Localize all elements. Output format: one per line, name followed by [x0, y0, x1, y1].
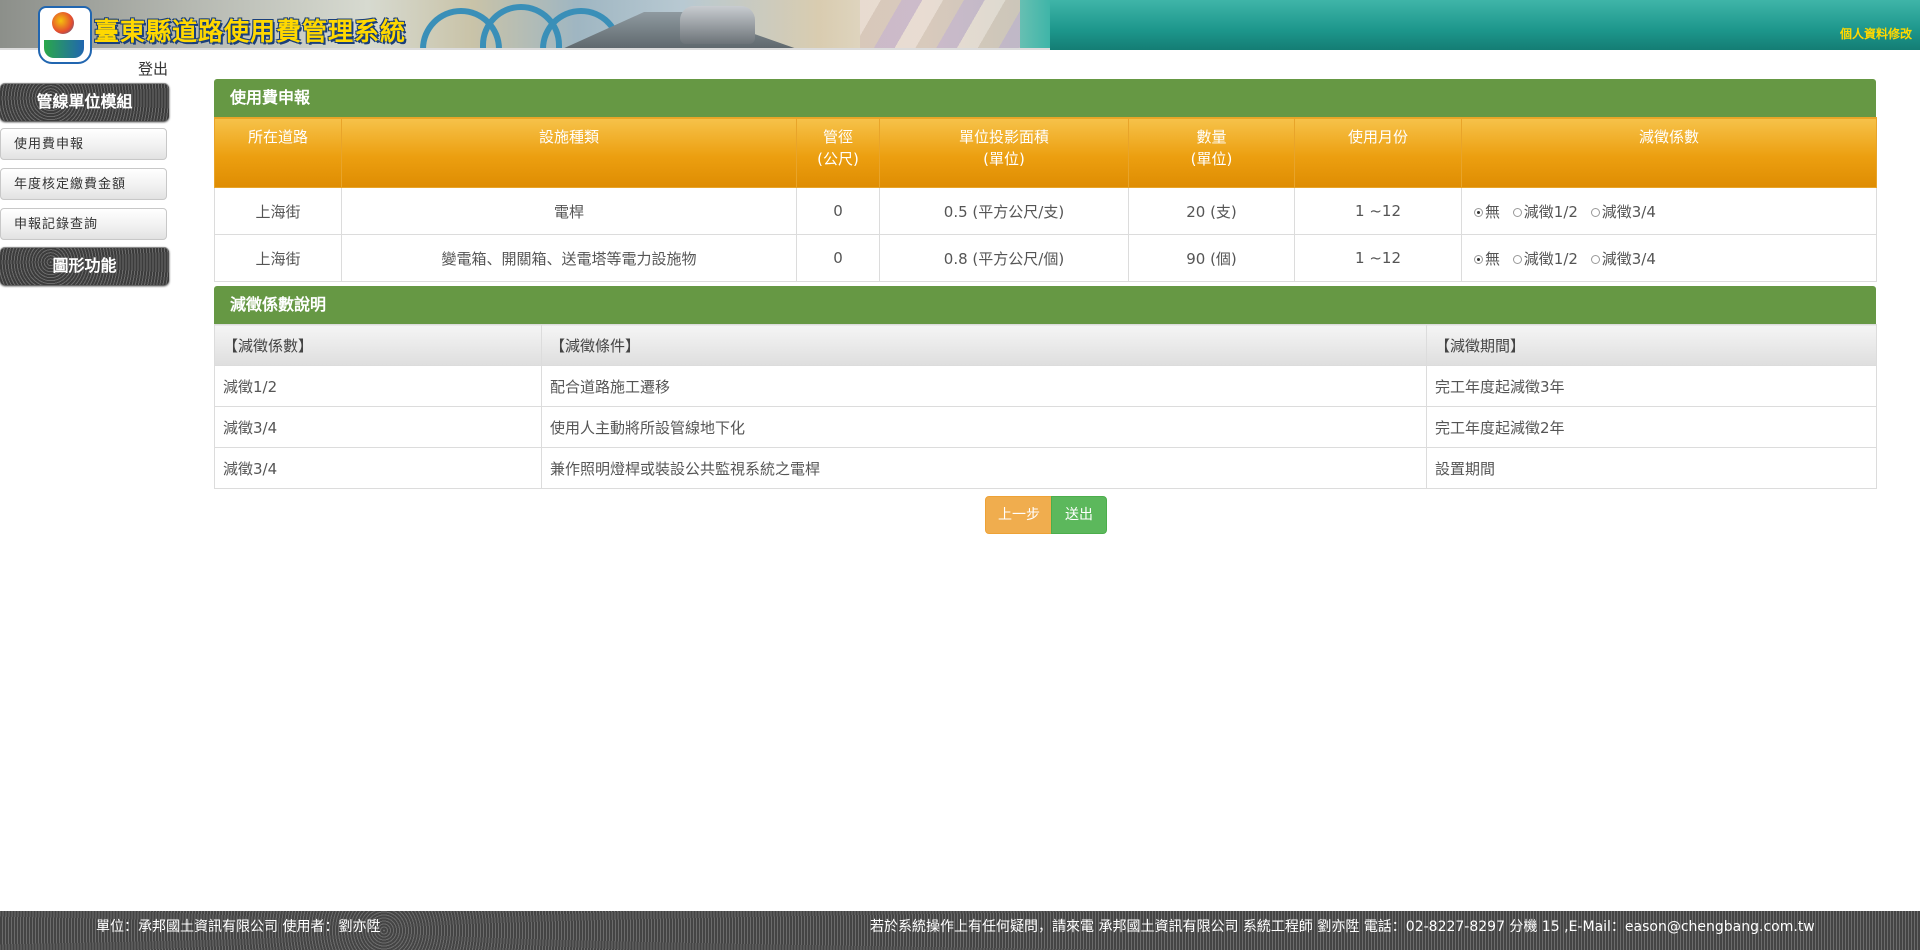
diameter-cell: 0: [796, 187, 880, 235]
area-cell: 0.8 (平方公尺/個): [879, 234, 1129, 282]
fee-table: 所在道路 設施種類 管徑 (公尺) 單位投影面積 (單位) 數量 (單位) 使用月份 …: [214, 117, 1877, 282]
reduction-factor-cell: 減徵3/4: [214, 447, 542, 489]
radio-icon[interactable]: [1512, 254, 1522, 264]
reduction-option-half[interactable]: 減徵1/2: [1512, 203, 1578, 221]
county-logo-icon: [38, 6, 92, 64]
fee-table-header: 所在道路 設施種類 管徑 (公尺) 單位投影面積 (單位) 數量 (單位) 使用月份 …: [214, 117, 1877, 188]
reduction-factor-cell: 減徵3/4: [214, 406, 542, 448]
radio-icon[interactable]: [1590, 207, 1600, 217]
reduction-panel-title: 減徵係數說明: [214, 286, 1876, 324]
reduction-option-half[interactable]: 減徵1/2: [1512, 250, 1578, 268]
system-title: 臺東縣道路使用費管理系統: [94, 17, 407, 46]
fee-panel-title: 使用費申報: [214, 79, 1876, 117]
reduction-table-header: 【減徵係數】 【減徵條件】 【減徵期間】: [214, 324, 1877, 366]
column-header: 【減徵條件】: [541, 324, 1427, 366]
area-cell: 0.5 (平方公尺/支): [879, 187, 1129, 235]
table-row: 減徵3/4 使用人主動將所設管線地下化 完工年度起減徵2年: [214, 406, 1877, 448]
column-header: 所在道路: [214, 117, 342, 188]
table-row: 減徵3/4 兼作照明燈桿或裝設公共監視系統之電桿 設置期間: [214, 447, 1877, 489]
radio-icon[interactable]: [1512, 207, 1522, 217]
app-header: 臺東縣道路使用費管理系統 個人資料修改: [0, 0, 1920, 50]
road-cell: 上海街: [214, 234, 342, 282]
reduction-option-three-quarter[interactable]: 減徵3/4: [1590, 250, 1656, 268]
reduction-option-three-quarter[interactable]: 減徵3/4: [1590, 203, 1656, 221]
quantity-cell: 20 (支): [1128, 187, 1295, 235]
reduction-period-cell: 完工年度起減徵2年: [1426, 406, 1877, 448]
radio-selected-icon[interactable]: [1474, 254, 1483, 264]
quantity-cell: 90 (個): [1128, 234, 1295, 282]
column-header: 減徵係數: [1461, 117, 1877, 188]
column-header: 使用月份: [1294, 117, 1462, 188]
car-image: [680, 6, 755, 44]
road-cell: 上海街: [214, 187, 342, 235]
sidebar-item-annual-fee[interactable]: 年度核定繳費金額: [0, 168, 167, 200]
diameter-cell: 0: [796, 234, 880, 282]
radio-icon[interactable]: [1590, 254, 1600, 264]
banknotes-image: [860, 0, 1020, 50]
reduction-option-none[interactable]: 無: [1474, 203, 1500, 221]
reduction-period-cell: 完工年度起減徵3年: [1426, 365, 1877, 407]
reduction-option-none[interactable]: 無: [1474, 250, 1500, 268]
previous-step-button[interactable]: 上一步: [985, 496, 1053, 534]
sidebar-module-title[interactable]: 管線單位模組: [0, 83, 169, 121]
logout-link[interactable]: 登出: [138, 58, 168, 79]
table-row: 上海街 電桿 0 0.5 (平方公尺/支) 20 (支) 1 ~12 無 減徵1…: [214, 187, 1877, 235]
page-footer: 單位：承邦國土資訊有限公司 使用者：劉亦陞 若於系統操作上有任何疑問，請來電 承…: [0, 911, 1920, 950]
radio-selected-icon[interactable]: [1474, 207, 1483, 217]
reduction-condition-cell: 使用人主動將所設管線地下化: [541, 406, 1427, 448]
sidebar-item-record-query[interactable]: 申報記錄查詢: [0, 208, 167, 240]
reduction-condition-cell: 配合道路施工遷移: [541, 365, 1427, 407]
facility-cell: 變電箱、開關箱、送電塔等電力設施物: [341, 234, 797, 282]
reduction-table: 【減徵係數】 【減徵條件】 【減徵期間】 減徵1/2 配合道路施工遷移 完工年度…: [214, 324, 1877, 489]
sidebar-item-fee-declaration[interactable]: 使用費申報: [0, 128, 167, 160]
sidebar-graphics-function[interactable]: 圖形功能: [0, 247, 169, 285]
reduction-condition-cell: 兼作照明燈桿或裝設公共監視系統之電桿: [541, 447, 1427, 489]
footer-user-info: 單位：承邦國土資訊有限公司 使用者：劉亦陞: [96, 919, 381, 935]
column-header: 數量 (單位): [1128, 117, 1295, 188]
column-header: 管徑 (公尺): [796, 117, 880, 188]
column-header: 【減徵係數】: [214, 324, 542, 366]
facility-cell: 電桿: [341, 187, 797, 235]
reduction-radio-group: 無 減徵1/2 減徵3/4: [1461, 187, 1877, 235]
profile-edit-link[interactable]: 個人資料修改: [1840, 25, 1912, 42]
footer-contact-info: 若於系統操作上有任何疑問，請來電 承邦國土資訊有限公司 系統工程師 劉亦陞 電話…: [870, 919, 1815, 935]
header-divider: [0, 48, 1050, 50]
months-cell: 1 ~12: [1294, 234, 1462, 282]
reduction-factor-cell: 減徵1/2: [214, 365, 542, 407]
months-cell: 1 ~12: [1294, 187, 1462, 235]
reduction-radio-group: 無 減徵1/2 減徵3/4: [1461, 234, 1877, 282]
table-row: 上海街 變電箱、開關箱、送電塔等電力設施物 0 0.8 (平方公尺/個) 90 …: [214, 234, 1877, 282]
column-header: 設施種類: [341, 117, 797, 188]
reduction-period-cell: 設置期間: [1426, 447, 1877, 489]
table-row: 減徵1/2 配合道路施工遷移 完工年度起減徵3年: [214, 365, 1877, 407]
column-header: 【減徵期間】: [1426, 324, 1877, 366]
column-header: 單位投影面積 (單位): [879, 117, 1129, 188]
submit-button[interactable]: 送出: [1051, 496, 1107, 534]
